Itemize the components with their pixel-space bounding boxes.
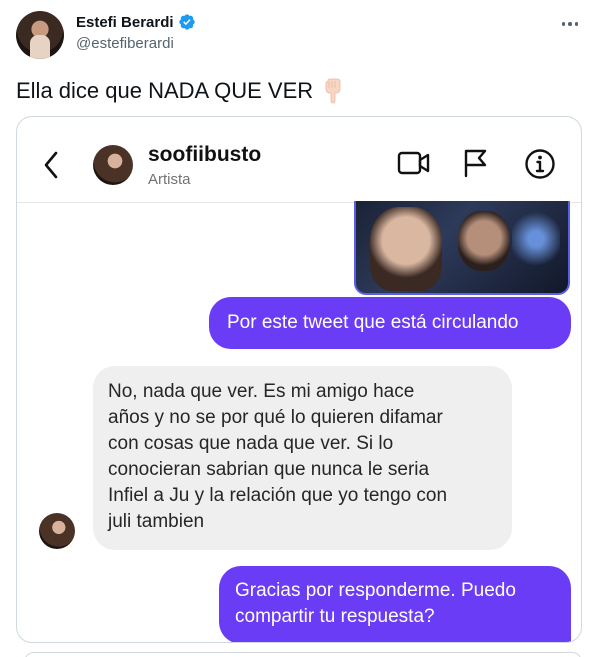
flag-report-icon[interactable] bbox=[463, 148, 489, 178]
photo-background-light bbox=[512, 209, 560, 269]
info-icon[interactable] bbox=[524, 148, 556, 180]
author-name-row: Estefi Berardi bbox=[76, 13, 196, 31]
outgoing-message-bubble[interactable]: Gracias por responderme. Puedo compartir… bbox=[219, 566, 571, 642]
more-options-icon[interactable] bbox=[558, 12, 582, 36]
pointing-down-hand-icon bbox=[325, 78, 341, 104]
incoming-message-bubble[interactable]: No, nada que ver. Es mi amigo hace años … bbox=[93, 366, 512, 550]
message-text: Por este tweet que está circulando bbox=[227, 312, 519, 333]
photo-person-1 bbox=[370, 207, 442, 291]
author-name[interactable]: Estefi Berardi bbox=[76, 14, 174, 31]
outgoing-message-bubble[interactable]: Por este tweet que está circulando bbox=[209, 297, 571, 349]
author-avatar[interactable] bbox=[16, 11, 64, 59]
message-text: Gracias por responderme. Puedo compartir… bbox=[235, 580, 516, 627]
video-call-icon[interactable] bbox=[397, 150, 431, 176]
tweet-text: Ella dice que NADA QUE VER bbox=[16, 78, 314, 103]
back-arrow-icon[interactable] bbox=[43, 151, 59, 179]
contact-subtitle: Artista bbox=[148, 171, 191, 188]
tweet-text-row: Ella dice que NADA QUE VER bbox=[16, 78, 345, 104]
photo-message[interactable] bbox=[354, 201, 570, 295]
next-card-edge bbox=[24, 652, 582, 657]
contact-avatar[interactable] bbox=[93, 145, 133, 185]
tweet-media-screenshot[interactable]: soofiibusto Artista Por este tweet que e… bbox=[16, 116, 582, 643]
dm-header: soofiibusto Artista bbox=[17, 117, 581, 203]
author-handle[interactable]: @estefiberardi bbox=[76, 35, 174, 52]
sender-avatar[interactable] bbox=[39, 513, 75, 549]
contact-name[interactable]: soofiibusto bbox=[148, 143, 261, 167]
verified-badge-icon bbox=[178, 14, 195, 30]
photo-person-2 bbox=[458, 211, 510, 271]
